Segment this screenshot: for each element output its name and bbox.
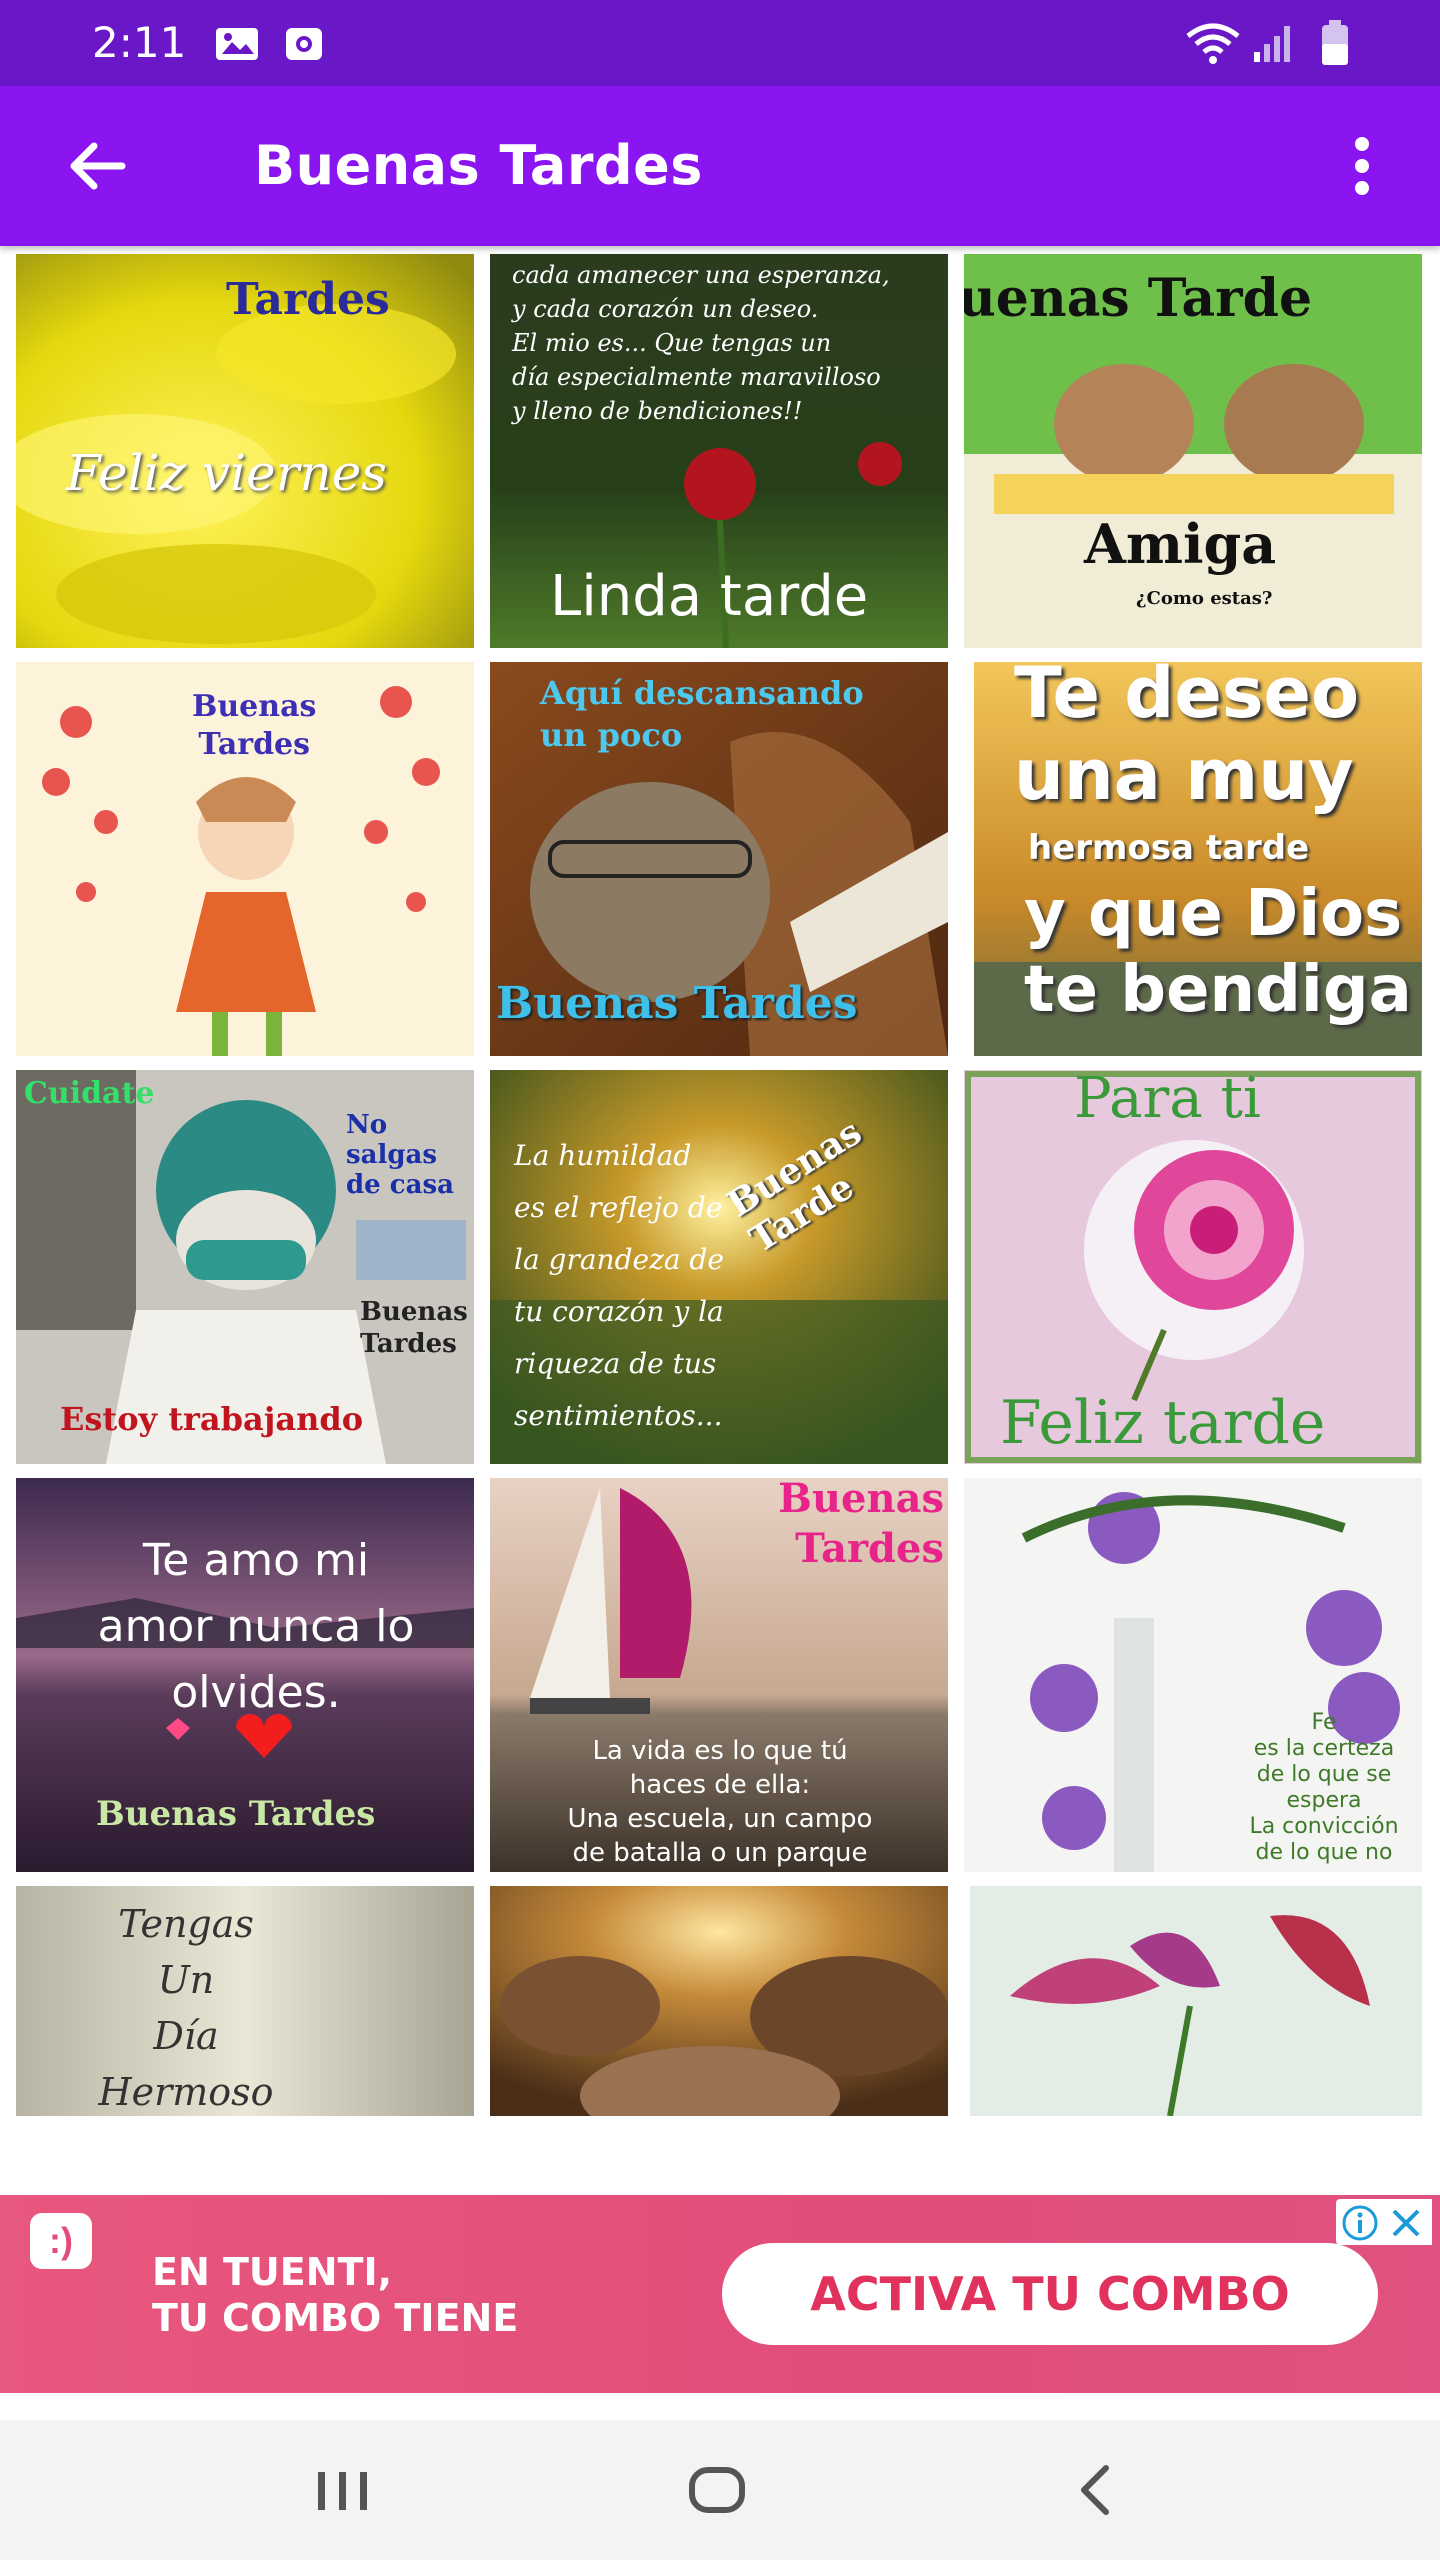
tile-caption: Tardes (226, 274, 390, 325)
wifi-icon (1186, 23, 1240, 64)
signal-icon (1254, 26, 1290, 62)
image-tile[interactable]: Te amo mi amor nunca lo olvides. Buenas … (16, 1478, 474, 1872)
tile-caption: Fe es la certeza de lo que se espera La … (1249, 1710, 1399, 1865)
tile-caption: Amiga (1084, 512, 1277, 576)
tile-caption: La vida es lo que tú haces de ella: Una … (567, 1736, 873, 1868)
ad-logo: :) (30, 2213, 92, 2269)
tile-caption: y que Dios te bendiga (1024, 877, 1412, 1027)
info-icon[interactable] (1340, 2203, 1380, 2243)
tile-caption: Aquí descansando un poco (540, 674, 864, 754)
tile-caption: Para ti (1074, 1070, 1261, 1131)
image-tile[interactable]: uenas Tarde Amiga ¿Como estas? (964, 254, 1422, 648)
ad-cta-button[interactable]: ACTIVA TU COMBO (722, 2243, 1378, 2345)
tile-caption: Linda tarde (550, 564, 869, 629)
battery-icon (1322, 20, 1348, 65)
image-tile[interactable]: Tengas Un Día Hermoso (16, 1886, 474, 2116)
tile-caption: Feliz tarde (1000, 1388, 1326, 1458)
home-icon[interactable] (656, 2450, 776, 2530)
image-tile[interactable]: La humildad es el reflejo de la grandeza… (490, 1070, 948, 1464)
app-bar: Buenas Tardes (0, 86, 1440, 246)
ad-headline: EN TUENTI, TU COMBO TIENE (152, 2250, 519, 2340)
tile-caption: No salgas de casa (346, 1110, 454, 1200)
tile-caption: Buenas Tardes (96, 1794, 376, 1834)
close-icon[interactable] (1388, 2205, 1424, 2241)
recents-icon[interactable] (282, 2450, 402, 2530)
tile-caption: Te deseo una muy (1014, 662, 1360, 816)
back-icon[interactable] (1036, 2450, 1156, 2530)
tile-caption: hermosa tarde (1028, 828, 1310, 868)
ad-banner[interactable]: :) EN TUENTI, TU COMBO TIENE ACTIVA TU C… (0, 2195, 1440, 2393)
image-tile[interactable]: Te deseo una muy hermosa tarde y que Dio… (974, 662, 1422, 1056)
tile-caption: Cuidate (24, 1076, 155, 1111)
tile-caption: Buenas Tardes (778, 1478, 944, 1572)
tile-caption: Tengas Un Día Hermoso (98, 1902, 274, 2114)
tile-caption: Buenas Tardes (192, 689, 317, 762)
tile-caption: Estoy trabajando (60, 1400, 364, 1438)
image-tile[interactable]: Cuidate No salgas de casa Buenas Tardes … (16, 1070, 474, 1464)
screen-record-icon (286, 28, 322, 60)
more-vert-icon[interactable] (1336, 126, 1388, 206)
image-grid[interactable]: Tardes Feliz viernes cada amanecer una e… (0, 246, 1440, 2116)
page-title: Buenas Tardes (254, 134, 703, 197)
image-tile[interactable]: Aquí descansando un poco Buenas Tardes (490, 662, 948, 1056)
navigation-bar (0, 2420, 1440, 2560)
image-tile[interactable]: Fe es la certeza de lo que se espera La … (964, 1478, 1422, 1872)
tile-caption: La humildad es el reflejo de la grandeza… (514, 1139, 724, 1432)
tile-caption: Te amo mi amor nunca lo olvides. (97, 1535, 415, 1718)
ad-choices[interactable] (1336, 2199, 1432, 2245)
tile-caption: Buenas Tardes (496, 978, 858, 1029)
status-time: 2:11 (92, 18, 187, 67)
arrow-left-icon[interactable] (56, 126, 136, 206)
image-tile[interactable] (490, 1886, 948, 2116)
status-bar: 2:11 (0, 0, 1440, 86)
image-tile[interactable] (970, 1886, 1422, 2116)
image-tile[interactable]: Tardes Feliz viernes (16, 254, 474, 648)
tile-caption: Buenas Tardes (360, 1297, 468, 1359)
image-tile[interactable]: Para ti Feliz tarde (964, 1070, 1422, 1464)
image-tile[interactable]: Buenas Tardes (16, 662, 474, 1056)
tile-caption: Feliz viernes (66, 444, 387, 502)
tile-caption: uenas Tarde (964, 268, 1313, 329)
image-tile[interactable]: cada amanecer una esperanza, y cada cora… (490, 254, 948, 648)
tile-caption: cada amanecer una esperanza, y cada cora… (512, 261, 890, 425)
gallery-icon (216, 28, 258, 60)
image-tile[interactable]: Buenas Tardes La vida es lo que tú haces… (490, 1478, 948, 1872)
tile-caption: ¿Como estas? (1136, 588, 1273, 609)
